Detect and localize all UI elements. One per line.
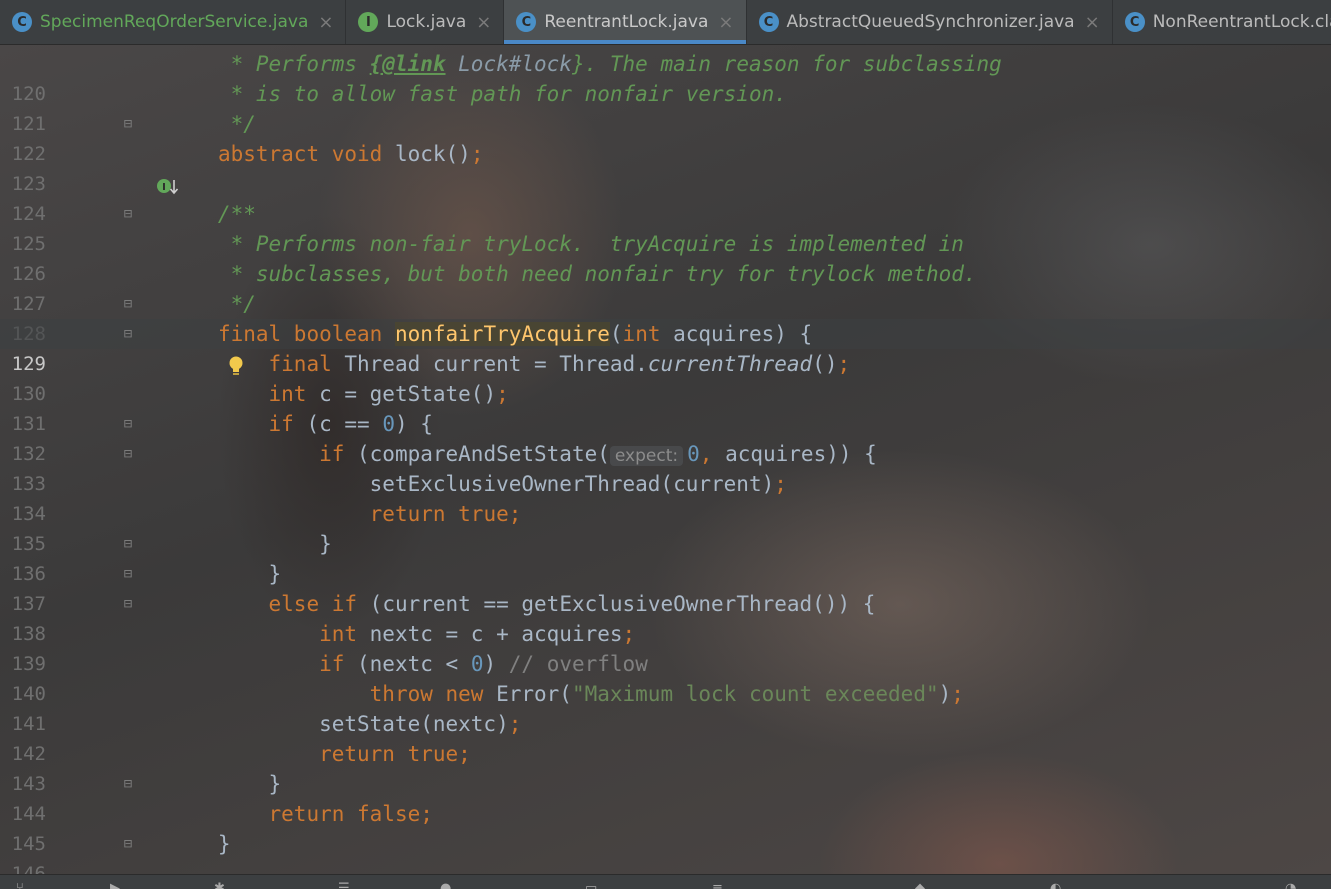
tab-label: AbstractQueuedSynchronizer.java	[786, 12, 1075, 32]
code-line[interactable]: 128 ⊟ */	[0, 289, 1331, 345]
code-line[interactable]: 135 return true;	[0, 499, 1331, 555]
code-text: setState(nextc);	[180, 712, 522, 736]
close-icon[interactable]: ×	[476, 12, 491, 33]
fold-start-icon[interactable]: ⊟	[121, 206, 135, 222]
class-icon: C	[516, 12, 537, 32]
code-text: abstract void lock();	[217, 142, 484, 166]
tab-abstract-queued-synchronizer[interactable]: C AbstractQueuedSynchronizer.java ×	[747, 0, 1113, 44]
code-line[interactable]: 126 * Performs non-fair tryLock. tryAcqu…	[0, 229, 1331, 285]
code-line[interactable]: 141 throw new Error("Maximum lock count …	[0, 679, 1331, 735]
code-text: final boolean nonfairTryAcquire(int acqu…	[217, 322, 813, 346]
code-line[interactable]: 133 ⊟ if (compareAndSetState(expect: 0, a…	[0, 439, 1331, 495]
tab-label: NonReentrantLock.clas	[1152, 12, 1331, 32]
fold-end-icon[interactable]: ⊟	[121, 116, 135, 132]
implemented-method-icon[interactable]: I	[80, 145, 178, 195]
code-text: if (nextc < 0) // overflow	[319, 652, 648, 676]
code-text: /**	[180, 202, 256, 226]
tab-lock[interactable]: I Lock.java ×	[346, 0, 505, 44]
class-icon: C	[12, 12, 32, 32]
code-line[interactable]: 143 return true;	[0, 739, 1331, 795]
fold-end-icon[interactable]: ⊟	[121, 776, 135, 792]
fold-start-icon[interactable]: ⊟	[121, 596, 135, 612]
fold-start-icon[interactable]: ⊟	[121, 416, 135, 432]
code-line[interactable]: 136 ⊟ }	[0, 529, 1331, 585]
class-icon: C	[1124, 12, 1145, 32]
code-text: * Performs non-fair tryLock. tryAcquire …	[180, 232, 964, 256]
interface-icon: I	[358, 12, 379, 32]
tab-specimen-req-order-service[interactable]: C SpecimenReqOrderService.java ×	[0, 0, 347, 44]
close-icon[interactable]: ×	[318, 12, 333, 33]
code-line[interactable]: 127 * subclasses, but both need nonfair …	[0, 259, 1331, 315]
code-line[interactable]: 131 int c = getState();	[0, 379, 1331, 435]
code-line[interactable]: 144 ⊟ }	[0, 769, 1331, 825]
fold-end-icon[interactable]: ⊟	[121, 836, 135, 852]
code-text: return true;	[369, 502, 522, 526]
fold-end-icon[interactable]: ⊟	[121, 536, 135, 552]
code-line[interactable]: 142 setState(nextc);	[0, 709, 1331, 765]
code-text: */	[180, 292, 256, 316]
code-line[interactable]: 123 I abstract void lock();	[0, 139, 1331, 195]
fold-start-icon[interactable]: ⊟	[121, 446, 135, 462]
tool-window-bar: ⑂ ▶ ✱ ☰ ● ▭ ≡ ◆ ◐ ◔	[0, 874, 1331, 889]
code-line[interactable]: 138 ⊟ else if (current == getExclusiveOw…	[0, 589, 1331, 645]
code-line[interactable]: 122 ⊟ */	[0, 109, 1331, 165]
fold-end-icon[interactable]: ⊟	[121, 296, 135, 312]
code-text: * is to allow fast path for nonfair vers…	[180, 82, 787, 106]
tab-label: ReentrantLock.java	[544, 12, 709, 32]
code-text: }	[180, 562, 282, 586]
code-text: else if (current == getExclusiveOwnerThr…	[268, 592, 876, 616]
close-icon[interactable]: ×	[718, 12, 733, 33]
code-text: int c = getState();	[268, 382, 509, 406]
code-text: return false;	[268, 802, 433, 826]
editor-tab-bar: C SpecimenReqOrderService.java × I Lock.…	[0, 0, 1331, 45]
code-text: final Thread current = Thread.currentThr…	[268, 352, 851, 376]
code-text: throw new Error("Maximum lock count exce…	[369, 682, 964, 706]
code-line[interactable]: 134 setExclusiveOwnerThread(current);	[0, 469, 1331, 525]
code-text: }	[180, 532, 332, 556]
tab-label: Lock.java	[386, 12, 467, 32]
tab-non-reentrant-lock[interactable]: C NonReentrantLock.clas	[1113, 0, 1331, 44]
lightbulb-icon[interactable]	[150, 325, 243, 375]
code-text: setExclusiveOwnerThread(current);	[180, 472, 787, 496]
code-text: int nextc = c + acquires;	[319, 622, 636, 646]
code-line[interactable]: 139 int nextc = c + acquires;	[0, 619, 1331, 675]
code-line[interactable]: 130 final Thread current = Thread.curren…	[0, 349, 1331, 405]
tab-label: SpecimenReqOrderService.java	[40, 12, 309, 32]
code-text: return true;	[319, 742, 471, 766]
code-text: if (c == 0) {	[268, 412, 433, 436]
code-line[interactable]: 120 * Performs {@link Lock#lock}. The ma…	[0, 49, 1331, 105]
class-icon: C	[758, 12, 779, 32]
code-text: if (compareAndSetState(expect: 0, acquire…	[319, 442, 877, 466]
code-text: * subclasses, but both need nonfair try …	[180, 262, 977, 286]
code-line[interactable]: 147	[0, 859, 1331, 874]
code-line[interactable]: 140 if (nextc < 0) // overflow	[0, 649, 1331, 705]
fold-start-icon[interactable]: ⊟	[121, 326, 135, 342]
code-editor[interactable]: 120 * Performs {@link Lock#lock}. The ma…	[0, 44, 1331, 874]
code-text: }	[180, 832, 231, 856]
code-text: */	[180, 112, 256, 136]
code-text: }	[180, 772, 282, 796]
parameter-hint: expect:	[609, 446, 684, 466]
tab-reentrant-lock[interactable]: C ReentrantLock.java ×	[504, 0, 747, 44]
code-line[interactable]: 132 ⊟ if (c == 0) {	[0, 409, 1331, 465]
code-line[interactable]: 125 ⊟ /**	[0, 199, 1331, 255]
code-line[interactable]: 146 ⊟ }	[0, 829, 1331, 874]
code-line[interactable]: 145 return false;	[0, 799, 1331, 855]
fold-end-icon[interactable]: ⊟	[121, 566, 135, 582]
close-icon[interactable]: ×	[1085, 12, 1100, 33]
code-line-current[interactable]: 129 ⊟ final boolean nonfairTryAcquire(in…	[0, 319, 1331, 375]
code-text: * Performs {@link Lock#lock}. The main r…	[180, 52, 1002, 76]
code-line[interactable]: 121 * is to allow fast path for nonfair …	[0, 79, 1331, 135]
code-line[interactable]: 124	[0, 169, 1331, 225]
code-line[interactable]: 137 ⊟ }	[0, 559, 1331, 615]
